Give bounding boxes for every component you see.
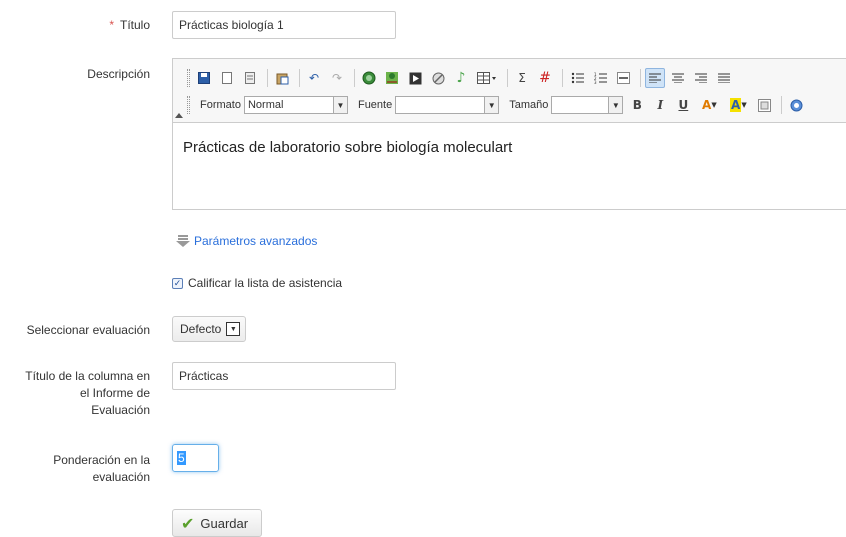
column-title-label: Título de la columna en el Informe de Ev…: [25, 369, 150, 417]
ponderacion-label: Ponderación en la evaluación: [53, 453, 150, 484]
chevron-down-icon: ▼: [608, 97, 623, 113]
paste-word-icon[interactable]: [272, 68, 292, 88]
align-right-icon[interactable]: [691, 68, 711, 88]
fuente-select[interactable]: ▼: [395, 96, 500, 114]
audio-icon[interactable]: ♪: [451, 68, 471, 88]
bullet-list-icon[interactable]: [567, 68, 587, 88]
formato-label: Formato: [200, 99, 241, 111]
italic-button[interactable]: I: [650, 95, 670, 115]
chevron-down-icon: ▼: [226, 322, 241, 336]
chevron-down-icon: ▼: [332, 97, 347, 113]
source-icon[interactable]: [754, 95, 774, 115]
tamano-select[interactable]: ▼: [551, 96, 624, 114]
redo-icon[interactable]: ↷: [327, 68, 347, 88]
titulo-label: * Título: [109, 18, 150, 32]
image-icon[interactable]: [382, 68, 402, 88]
align-left-icon[interactable]: [645, 68, 665, 88]
undo-icon[interactable]: ↶: [304, 68, 324, 88]
flash-icon[interactable]: [428, 68, 448, 88]
evaluacion-selected: Defecto: [180, 322, 222, 336]
about-icon[interactable]: [786, 95, 806, 115]
evaluacion-select[interactable]: Defecto ▼: [172, 316, 246, 342]
ponderacion-input[interactable]: 5: [172, 444, 219, 472]
align-justify-icon[interactable]: [714, 68, 734, 88]
table-icon[interactable]: [474, 68, 500, 88]
text-color-icon[interactable]: A ▼: [696, 95, 722, 115]
fuente-label: Fuente: [357, 99, 393, 111]
video-icon[interactable]: [405, 68, 425, 88]
strikethrough-icon[interactable]: #: [535, 68, 555, 88]
formato-select[interactable]: Normal ▼: [243, 96, 348, 114]
horizontal-rule-icon[interactable]: [613, 68, 633, 88]
advanced-params-label: Parámetros avanzados: [194, 234, 318, 248]
toolbar-collapse-icon[interactable]: [175, 113, 183, 118]
underline-button[interactable]: U: [673, 95, 693, 115]
column-title-input[interactable]: Prácticas: [172, 362, 396, 390]
save-button[interactable]: ✔ Guardar: [172, 509, 262, 537]
column-title-value: Prácticas: [179, 369, 229, 383]
evaluacion-label: Seleccionar evaluación: [26, 323, 150, 337]
expand-arrow-icon: [176, 235, 190, 247]
titulo-input[interactable]: Prácticas biología 1: [172, 11, 396, 39]
rich-text-editor[interactable]: ↶ ↷ ♪ Σ # 123 Formato Normal ▼ Fuente ▼ …: [172, 58, 846, 210]
save-doc-icon[interactable]: [194, 68, 214, 88]
editor-toolbar: ↶ ↷ ♪ Σ # 123 Formato Normal ▼ Fuente ▼ …: [173, 59, 846, 123]
bg-color-icon[interactable]: A ▼: [725, 95, 751, 115]
chevron-down-icon: ▼: [484, 97, 499, 113]
align-center-icon[interactable]: [668, 68, 688, 88]
toolbar-grip: [187, 69, 190, 87]
sigma-icon[interactable]: Σ: [512, 68, 532, 88]
numbered-list-icon[interactable]: 123: [590, 68, 610, 88]
attendance-label: Calificar la lista de asistencia: [188, 276, 343, 290]
advanced-params-link[interactable]: Parámetros avanzados: [176, 234, 317, 248]
link-icon[interactable]: [359, 68, 379, 88]
toolbar-grip: [187, 96, 190, 114]
ponderacion-value: 5: [177, 451, 186, 465]
attendance-checkbox-row[interactable]: ✓ Calificar la lista de asistencia: [172, 276, 342, 290]
toolbar-row-2: Formato Normal ▼ Fuente ▼ Tamaño ▼ B I U…: [187, 94, 809, 116]
toolbar-row-1: ↶ ↷ ♪ Σ # 123: [187, 66, 737, 90]
descripcion-label: Descripción: [87, 67, 150, 81]
checkmark-icon: ✔: [181, 513, 195, 533]
preview-icon[interactable]: [240, 68, 260, 88]
save-label: Guardar: [200, 515, 249, 531]
svg-text:3: 3: [594, 80, 597, 84]
tamano-label: Tamaño: [509, 99, 549, 111]
editor-content[interactable]: Prácticas de laboratorio sobre biología …: [183, 139, 512, 156]
required-marker: *: [109, 18, 114, 32]
new-page-icon[interactable]: [217, 68, 237, 88]
bold-button[interactable]: B: [627, 95, 647, 115]
attendance-checkbox[interactable]: ✓: [172, 277, 183, 289]
titulo-value: Prácticas biología 1: [179, 18, 284, 32]
